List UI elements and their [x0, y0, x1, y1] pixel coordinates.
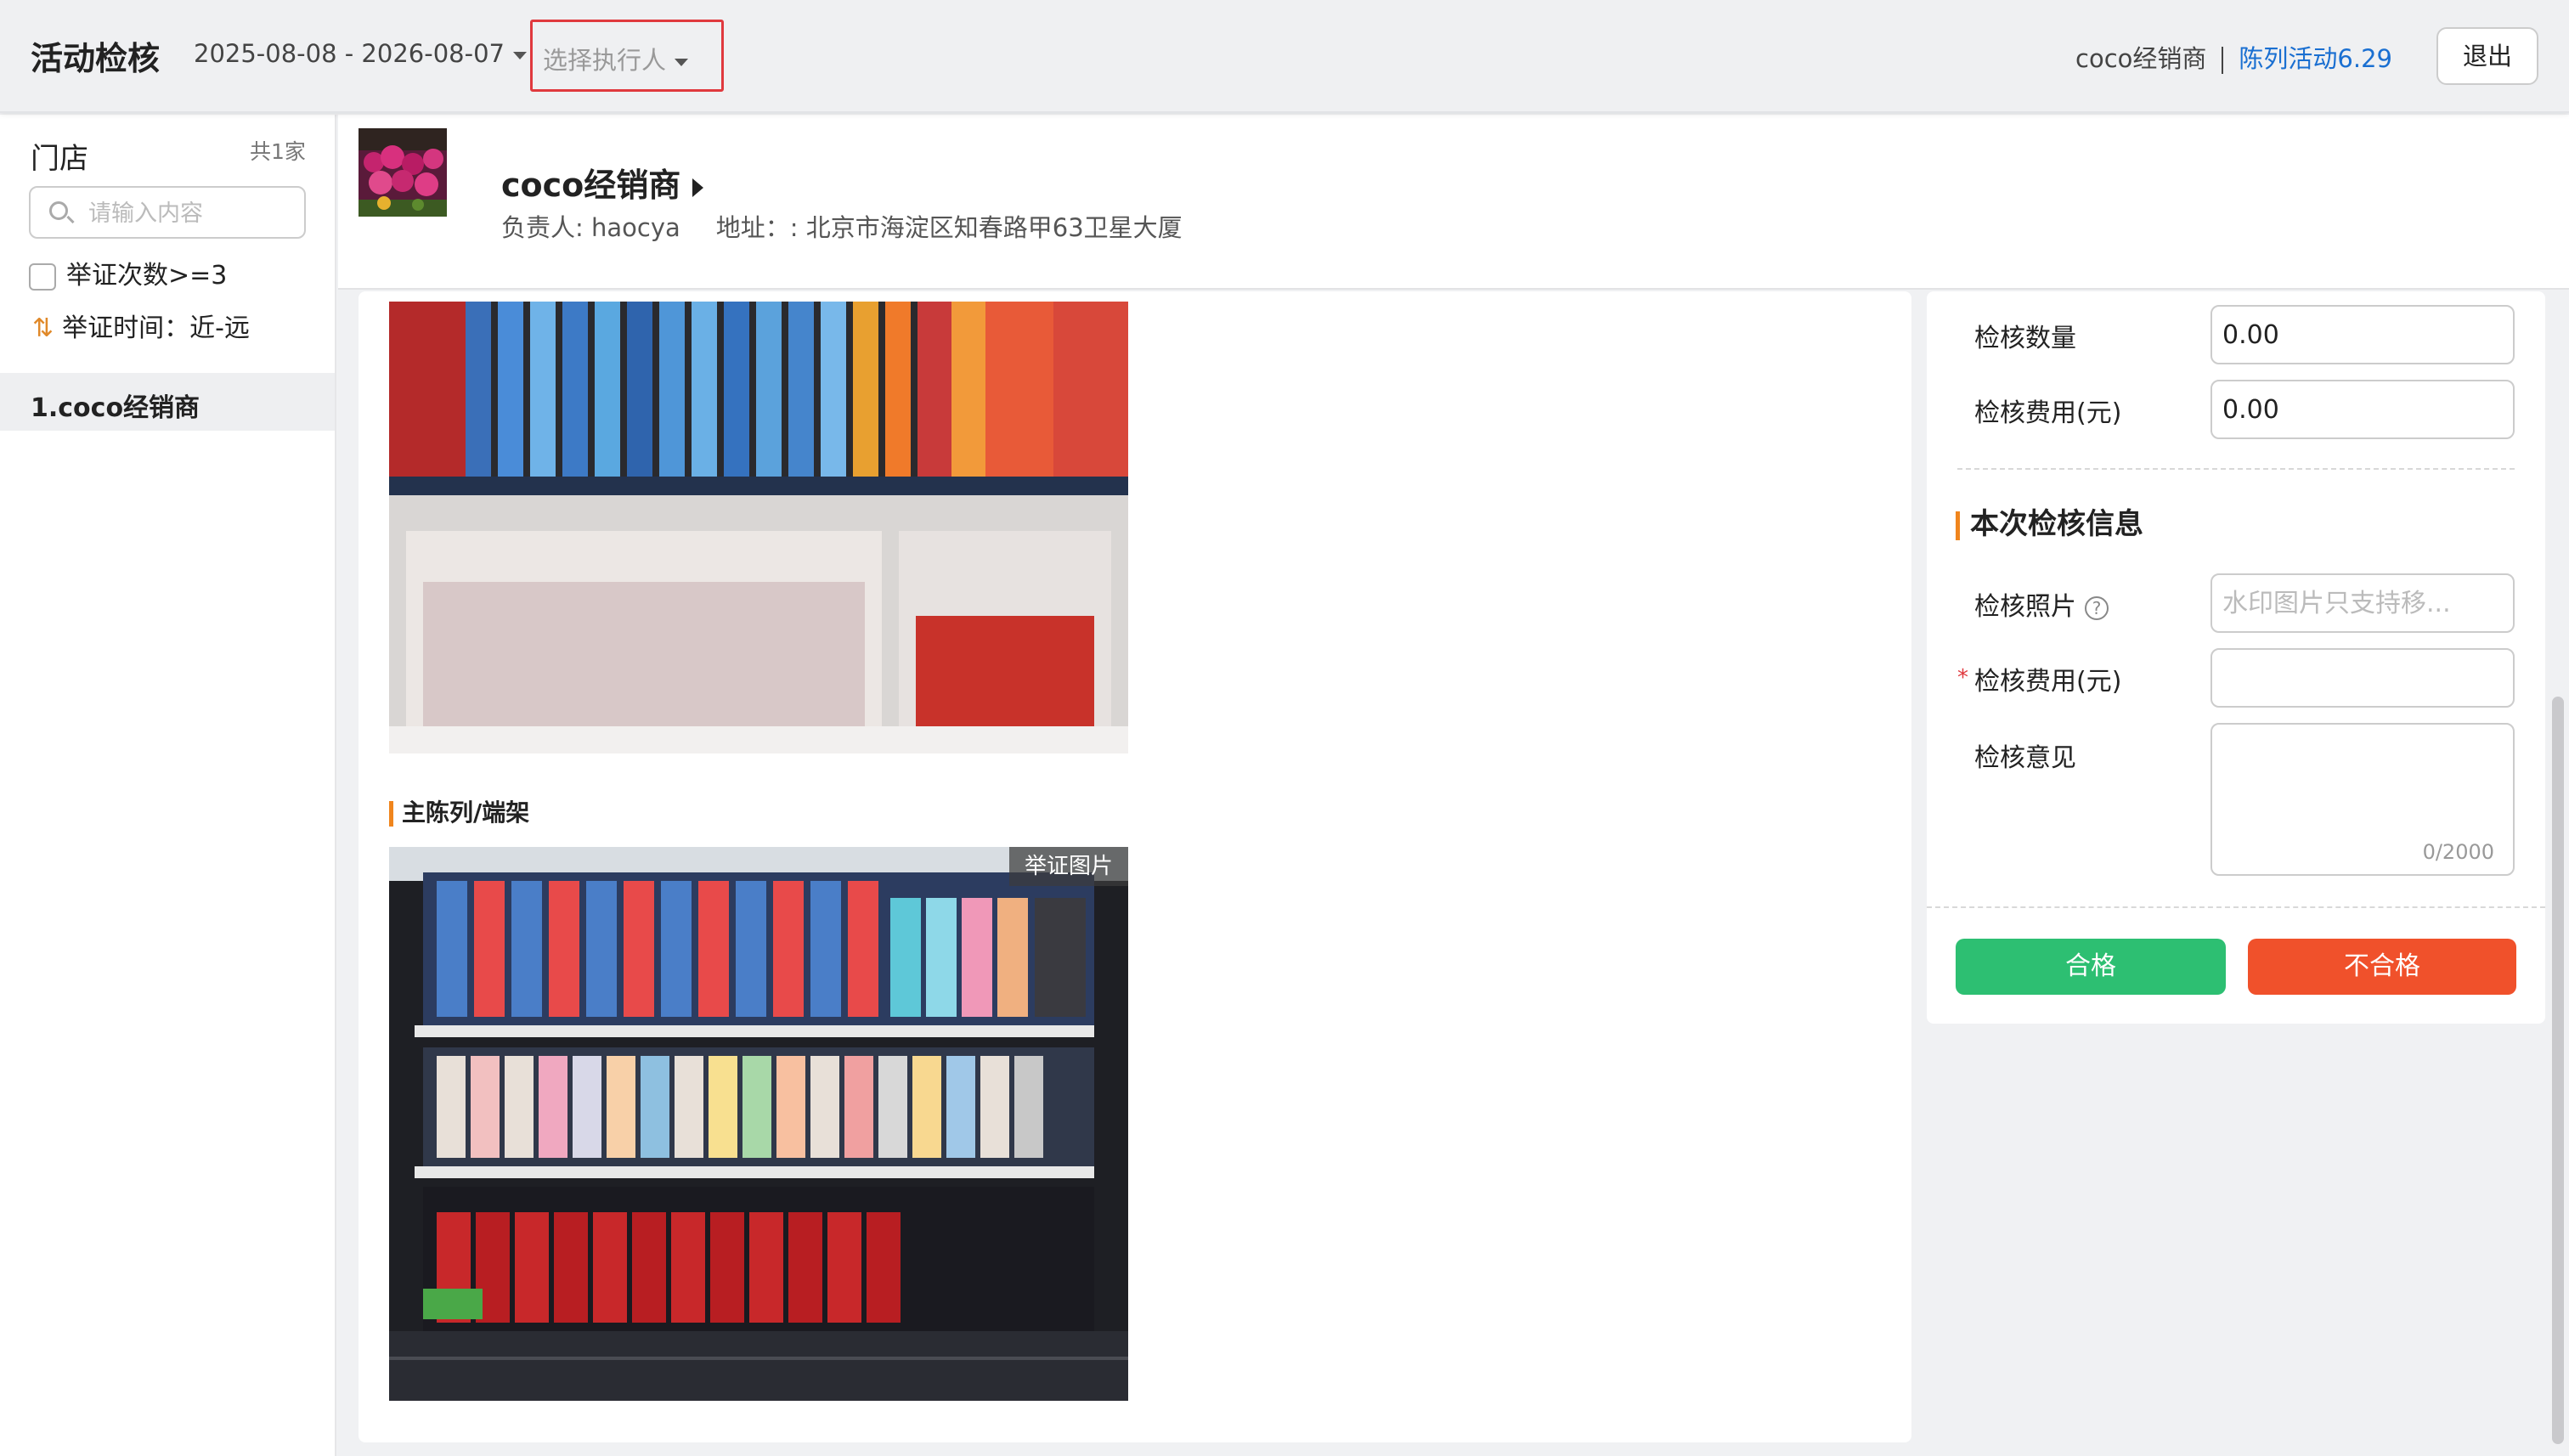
dealer-name: coco经销商 [2075, 44, 2207, 73]
proof-photo-tag: 举证图片 [1009, 847, 1128, 886]
header-context: coco经销商 陈列活动6.29 [2075, 39, 2392, 75]
caret-right-icon [692, 178, 704, 197]
date-range-text: 2025-08-08 - 2026-08-07 [194, 39, 505, 68]
proof-photo[interactable]: 举证图片 [389, 847, 1128, 1401]
store-sidebar: 门店 共1家 举证次数>=3 ⇅ 举证时间：近-远 1.coco经销商 [0, 115, 336, 1456]
opinion-textarea[interactable]: 0/2000 [2210, 723, 2515, 876]
pass-button[interactable]: 合格 [1956, 939, 2226, 995]
filter-checkbox[interactable] [29, 262, 56, 291]
sidebar-title: 门店 [31, 142, 88, 176]
sort-icon: ⇅ [32, 313, 54, 343]
display-section-label: 主陈列/端架 [389, 794, 529, 828]
required-icon: * [1957, 665, 1968, 691]
store-thumbnail [359, 128, 447, 217]
opinion-label: 检核意见 [1974, 743, 2076, 773]
executor-placeholder: 选择执行人 [543, 46, 667, 75]
store-owner: 负责人: haocya [501, 213, 680, 242]
photo-input[interactable] [2210, 573, 2515, 633]
chevron-down-icon [512, 51, 527, 59]
chevron-down-icon [675, 58, 689, 66]
store-count: 共1家 [250, 139, 306, 164]
quantity-input[interactable] [2210, 305, 2515, 364]
store-details: 负责人: haocya 地址：: 北京市海淀区知春路甲63卫星大厦 [501, 208, 1183, 244]
executor-select[interactable]: 选择执行人 [530, 20, 724, 92]
sidebar-item-store[interactable]: 1.coco经销商 [0, 373, 335, 431]
app-title: 活动检核 [31, 40, 161, 77]
section-title-text: 本次检核信息 [1970, 507, 2143, 541]
top-bar: 活动检核 2025-08-08 - 2026-08-07 选择执行人 coco经… [0, 0, 2569, 113]
store-address: 地址：: 北京市海淀区知春路甲63卫星大厦 [715, 213, 1183, 242]
inspection-form: 检核数量 检核费用(元) 本次检核信息 检核照片? * 检核费用(元) 检核意见… [1927, 291, 2545, 1024]
section-title: 本次检核信息 [1956, 500, 2143, 542]
date-range-picker[interactable]: 2025-08-08 - 2026-08-07 [194, 39, 527, 68]
photo-label-text: 检核照片 [1974, 592, 2076, 622]
photo-label: 检核照片? [1974, 585, 2109, 623]
scrollbar[interactable] [2552, 697, 2564, 1444]
proof-count-filter[interactable]: 举证次数>=3 [29, 254, 227, 291]
search-input[interactable] [88, 198, 292, 229]
store-search[interactable] [29, 186, 306, 239]
store-name[interactable]: coco经销商 [501, 159, 704, 206]
fail-button[interactable]: 不合格 [2248, 939, 2516, 995]
divider [1927, 906, 2545, 908]
char-count: 0/2000 [2422, 840, 2494, 864]
store-header: coco经销商 负责人: haocya 地址：: 北京市海淀区知春路甲63卫星大厦 [338, 115, 2569, 290]
search-icon [49, 201, 68, 220]
logout-button[interactable]: 退出 [2436, 27, 2538, 85]
divider [1957, 468, 2515, 470]
divider [2222, 47, 2224, 74]
proof-photo-panel: 主陈列/端架 举证图片 [359, 291, 1911, 1442]
help-icon[interactable]: ? [2085, 595, 2109, 620]
store-name-text: coco经销商 [501, 166, 681, 204]
proof-time-sort[interactable]: ⇅ 举证时间：近-远 [32, 307, 250, 344]
cost-input[interactable] [2210, 380, 2515, 439]
fee-input[interactable] [2210, 648, 2515, 708]
activity-link[interactable]: 陈列活动6.29 [2239, 44, 2392, 73]
display-section-text: 主陈列/端架 [402, 799, 530, 827]
sort-label: 举证时间：近-远 [62, 313, 250, 343]
fee-label: 检核费用(元) [1974, 667, 2122, 697]
quantity-label: 检核数量 [1974, 324, 2076, 353]
filter-label: 举证次数>=3 [66, 261, 228, 291]
cost-label: 检核费用(元) [1974, 398, 2122, 428]
proof-photo[interactable] [389, 302, 1128, 753]
